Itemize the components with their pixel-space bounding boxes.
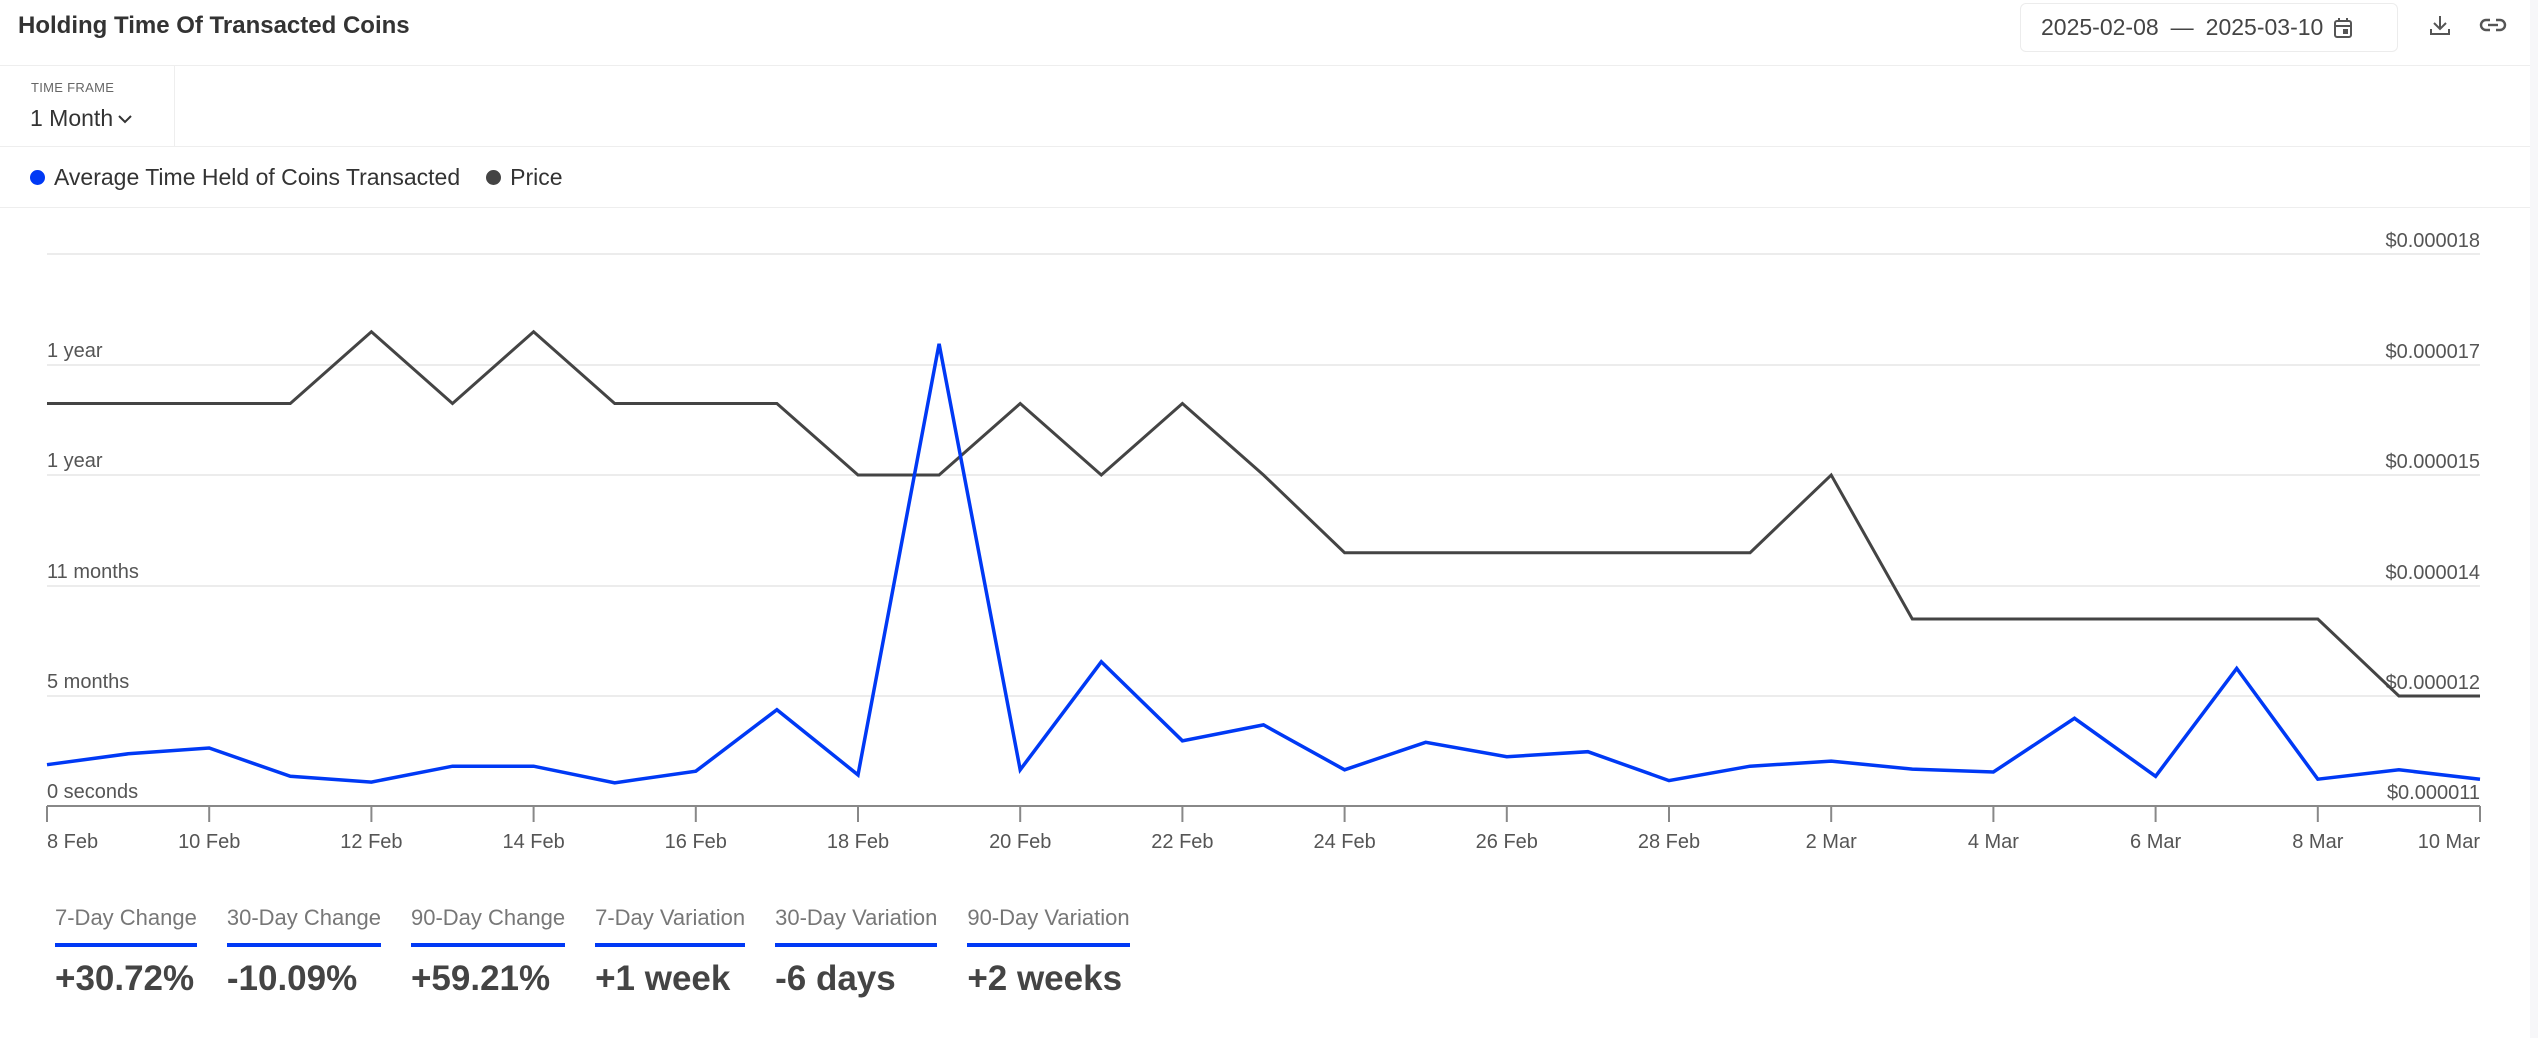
stat-value: -10.09% [226,959,358,998]
series-lines [46,329,2481,785]
legend-dot-price [486,169,502,185]
stat-label: 90-Day Variation [967,905,1130,947]
legend-dot-holding-time [30,169,45,185]
stat-7-day-change[interactable]: 7-Day Change +30.72% [55,905,197,999]
header: Holding Time Of Transacted Coins 2025-02… [0,0,2530,66]
right-axis-tick-label: $0.000017 [2385,341,2480,363]
left-axis-tick-label: 1 year [47,340,103,362]
x-axis-tick-label: 28 Feb [1638,831,1700,853]
time-frame-label: TIME FRAME [31,80,115,95]
page-title: Holding Time Of Transacted Coins [18,12,410,39]
line-chart: 0 seconds 5 months 11 months 1 year 1 year $… [46,230,2481,853]
stat-value: +30.72% [55,959,195,998]
left-axis-tick-label: 1 year [47,450,103,472]
stat-label: 7-Day Variation [595,905,746,947]
stat-label: 30-Day Variation [775,905,938,947]
left-axis-tick-label: 5 months [47,671,129,693]
x-axis-tick-label: 10 Mar [2418,831,2481,853]
series-line-holding-time [46,343,2481,785]
stat-30-day-change[interactable]: 30-Day Change -10.09% [226,905,381,999]
left-axis-tick-label: 0 seconds [47,781,138,803]
x-axis-tick-label: 22 Feb [1151,831,1213,853]
x-axis-tick-label: 14 Feb [502,831,564,853]
x-axis: 8 Feb 10 Feb 12 Feb 14 Feb 16 Feb 18 Feb 20 Fe… [46,805,2481,853]
right-axis-tick-label: $0.000018 [2385,230,2480,252]
x-axis-tick-label: 8 Mar [2292,831,2343,853]
x-axis-tick-label: 4 Mar [1968,831,2019,853]
right-axis-tick-label: $0.000011 [2387,782,2480,804]
stat-value: -6 days [775,959,896,998]
stat-label: 7-Day Change [55,905,197,947]
stat-90-day-change[interactable]: 90-Day Change +59.21% [410,905,566,999]
x-axis-tick-label: 18 Feb [827,831,889,853]
time-frame-value: 1 Month [30,105,114,131]
date-start: 2025-02-08 [2041,14,2159,40]
stat-value: +59.21% [410,959,551,998]
stat-value: +1 week [595,959,731,998]
legend-item-price[interactable]: Price [486,163,563,191]
download-button[interactable] [2425,12,2455,42]
stats-row: 7-Day Change +30.72% 30-Day Change -10.0… [55,905,1160,999]
x-axis-tick-label: 16 Feb [665,831,727,853]
right-axis-tick-label: $0.000015 [2385,451,2480,473]
legend-label-holding-time: Average Time Held of Coins Transacted [54,163,461,190]
x-axis-tick-label: 6 Mar [2130,831,2181,853]
stat-label: 90-Day Change [410,905,566,947]
x-axis-tick-label: 26 Feb [1476,831,1538,853]
left-axis: 0 seconds 5 months 11 months 1 year 1 year [47,340,139,803]
time-frame-filter: TIME FRAME 1 Month [0,66,175,146]
stat-7-day-variation[interactable]: 7-Day Variation +1 week [595,905,746,999]
date-range-picker[interactable]: 2025-02-08 — 2025-03-10 [2020,3,2398,52]
right-axis: $0.000011 $0.000012 $0.000014 $0.000015 $0.0… [2385,230,2480,804]
series-line-price [47,329,2480,698]
link-icon [2479,15,2507,40]
left-axis-tick-label: 11 months [47,561,139,583]
stat-90-day-variation[interactable]: 90-Day Variation +2 weeks [967,905,1130,999]
stat-30-day-variation[interactable]: 30-Day Variation -6 days [775,905,938,999]
time-frame-select[interactable]: 1 Month [30,105,133,132]
copy-link-button[interactable] [2478,12,2508,42]
legend-label-price: Price [510,163,563,190]
x-axis-tick-label: 8 Feb [47,831,98,853]
right-axis-tick-label: $0.000014 [2385,562,2480,584]
x-axis-tick-label: 10 Feb [178,831,240,853]
chevron-down-icon [118,114,132,123]
x-axis-tick-label: 12 Feb [340,831,402,853]
stat-label: 30-Day Change [226,905,381,947]
date-separator: — [2170,14,2194,40]
x-axis-tick-label: 2 Mar [1806,831,1857,853]
download-icon [2428,13,2452,42]
stat-value: +2 weeks [967,959,1123,998]
chart-legend: Average Time Held of Coins Transacted Pr… [0,147,2530,208]
right-axis-tick-label: $0.000012 [2385,672,2480,694]
date-end: 2025-03-10 [2205,14,2324,40]
x-axis-tick-label: 20 Feb [989,831,1051,853]
filters-bar: TIME FRAME 1 Month [0,66,2530,147]
calendar-icon[interactable] [2333,17,2353,39]
chart-panel: Holding Time Of Transacted Coins 2025-02… [0,0,2530,1038]
legend-item-holding-time[interactable]: Average Time Held of Coins Transacted [30,164,460,191]
x-axis-tick-label: 24 Feb [1313,831,1375,853]
